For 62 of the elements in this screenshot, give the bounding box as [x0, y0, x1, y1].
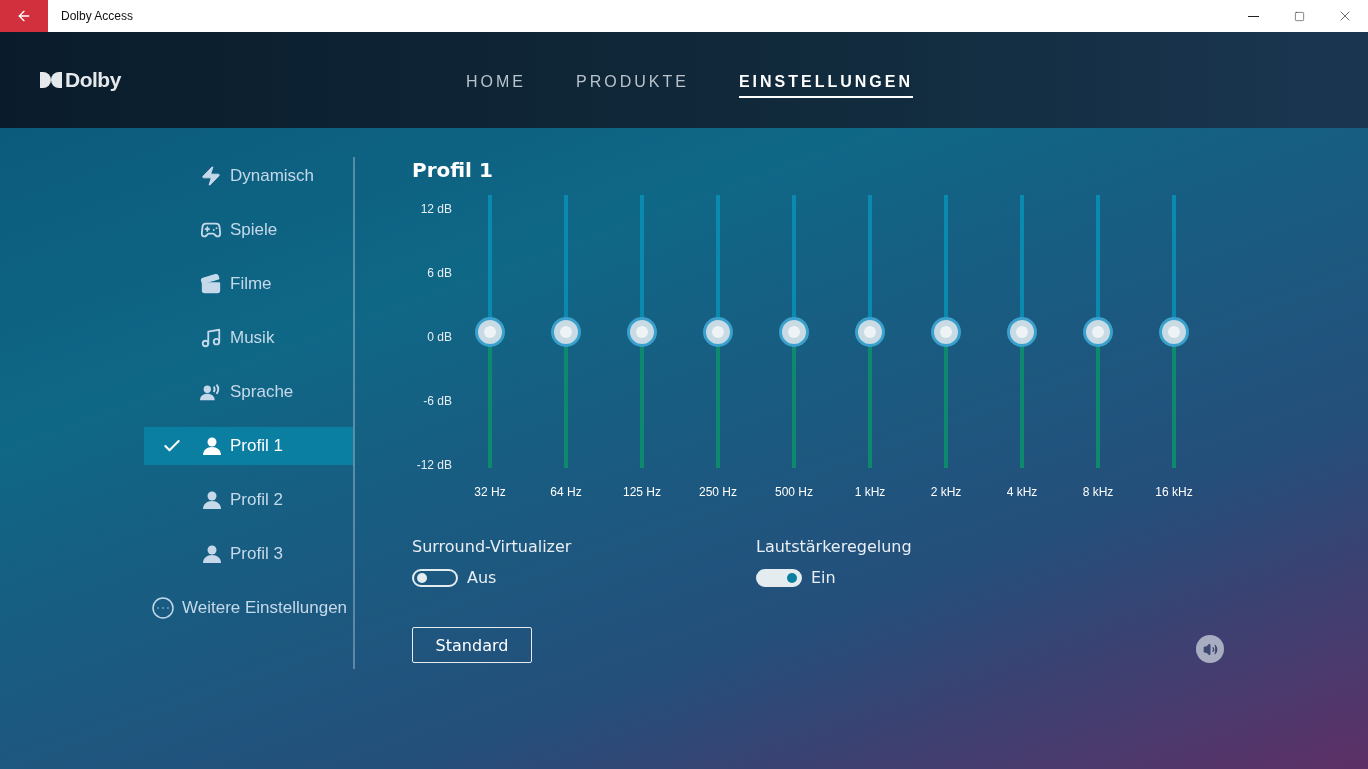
slider-thumb[interactable] [475, 316, 505, 347]
nav-tab[interactable]: EINSTELLUNGEN [738, 66, 914, 98]
slider-thumb[interactable] [703, 316, 733, 347]
toggle-switch[interactable] [756, 568, 802, 587]
clapperboard-icon [200, 273, 222, 295]
frequency-label: 1 kHz [854, 485, 886, 499]
nav-tab[interactable]: HOME [466, 66, 526, 98]
toggle-label: Lautstärkeregelung [756, 537, 913, 556]
toggle-state: Aus [467, 568, 497, 587]
standard-button[interactable]: Standard [412, 627, 532, 663]
slider-thumb[interactable] [931, 316, 961, 347]
frequency-label: 64 Hz [550, 485, 582, 499]
db-scale-label: -12 dB [416, 457, 452, 473]
back-button[interactable] [0, 0, 48, 32]
frequency-label: 250 Hz [699, 485, 737, 499]
slider-thumb[interactable] [1083, 316, 1113, 347]
frequency-label: 500 Hz [775, 485, 813, 499]
maximize-icon [1293, 10, 1305, 22]
frequency-label: 32 Hz [474, 485, 506, 499]
logo-text: Dolby [65, 68, 121, 92]
person-icon [202, 490, 222, 510]
speaking-person-icon [200, 382, 222, 402]
toggle-label: Surround-Virtualizer [412, 537, 573, 556]
logo-icon [40, 72, 62, 88]
slider-thumb[interactable] [627, 316, 657, 347]
back-arrow-icon [16, 8, 32, 24]
db-scale-label: 12 dB [420, 201, 452, 217]
sidebar-item[interactable]: Weitere Einstellungen [144, 589, 353, 627]
speaker-button[interactable] [1196, 635, 1224, 663]
sidebar-item[interactable]: Musik [144, 319, 353, 357]
toggle-switch[interactable] [412, 568, 458, 587]
frequency-label: 125 Hz [623, 485, 661, 499]
more-icon [151, 596, 175, 620]
db-scale-label: 6 dB [427, 265, 452, 281]
lightning-icon [200, 165, 222, 187]
speaker-icon [1202, 641, 1218, 657]
sidebar-item[interactable]: Profil 1 [144, 427, 353, 465]
sidebar-item[interactable]: Dynamisch [144, 157, 353, 195]
slider-thumb[interactable] [779, 316, 809, 347]
slider-thumb[interactable] [855, 316, 885, 347]
minimize-icon [1247, 15, 1259, 17]
toggle-state: Ein [811, 568, 836, 587]
db-scale-label: -6 dB [423, 393, 452, 409]
slider-thumb[interactable] [1159, 316, 1189, 347]
slider-thumb[interactable] [551, 316, 581, 347]
person-icon [202, 544, 222, 564]
nav-tab[interactable]: PRODUKTE [576, 66, 689, 98]
sidebar-item[interactable]: Spiele [144, 211, 353, 249]
window-title: Dolby Access [61, 9, 135, 23]
music-note-icon [200, 327, 222, 349]
frequency-label: 4 kHz [1006, 485, 1038, 499]
sidebar-item[interactable]: Sprache [144, 373, 353, 411]
sidebar-item[interactable]: Filme [144, 265, 353, 303]
frequency-label: 16 kHz [1155, 485, 1193, 499]
sidebar-item[interactable]: Profil 2 [144, 481, 353, 519]
person-icon [202, 436, 222, 456]
frequency-label: 8 kHz [1082, 485, 1114, 499]
profile-title: Profil 1 [412, 158, 494, 184]
sidebar-item[interactable]: Profil 3 [144, 535, 353, 573]
frequency-label: 2 kHz [930, 485, 962, 499]
slider-thumb[interactable] [1007, 316, 1037, 347]
db-scale-label: 0 dB [427, 329, 452, 345]
